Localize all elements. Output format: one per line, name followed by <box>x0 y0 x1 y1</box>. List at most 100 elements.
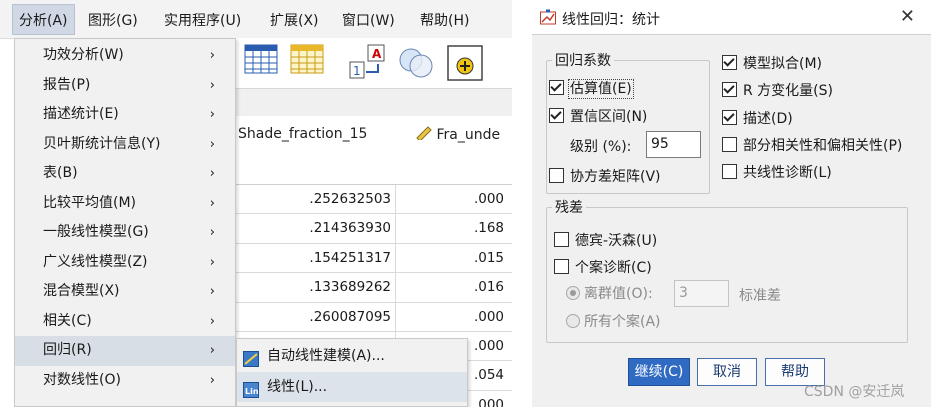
spss-data-editor: 分析(A) 图形(G) 实用程序(U) 扩展(X) 窗口(W) 帮助(H) A1… <box>0 0 512 407</box>
menu-window[interactable]: 窗口(W) <box>342 10 395 30</box>
descriptives-label: 描述(D) <box>743 111 793 127</box>
menu-item-label: 功效分析(W) <box>43 47 124 63</box>
part-partial-correlations-checkbox[interactable]: 部分相关性和偏相关性(P) <box>722 137 902 155</box>
durbin-watson-checkbox[interactable]: 德宾-沃森(U) <box>554 232 657 250</box>
menu-graphs[interactable]: 图形(G) <box>88 10 138 30</box>
column-header[interactable]: Fra_unde <box>416 126 500 143</box>
menu-item[interactable]: 相关(C) › <box>15 307 235 337</box>
chevron-right-icon: › <box>209 372 215 388</box>
dialog-app-icon <box>540 9 556 29</box>
outliers-input[interactable]: 3 <box>674 280 729 307</box>
menu-utilities[interactable]: 实用程序(U) <box>164 10 241 30</box>
menu-item-label: 广义线性模型(Z) <box>43 253 148 270</box>
collinearity-diagnostics-checkbox[interactable]: 共线性诊断(L) <box>722 164 832 182</box>
table-cell[interactable]: .154251317 <box>236 243 396 274</box>
table-cell[interactable]: .000 <box>396 303 512 332</box>
chevron-right-icon: › <box>209 77 215 93</box>
cancel-button[interactable]: 取消 <box>697 358 757 386</box>
table-cell[interactable]: .016 <box>396 273 512 303</box>
variable-view-icon[interactable] <box>290 44 324 78</box>
table-cell[interactable]: .214363930 <box>236 214 396 244</box>
menu-item[interactable]: 混合模型(X) › <box>15 277 235 307</box>
watermark: CSDN @安迁岚 <box>804 384 905 400</box>
column-header[interactable]: Shade_fraction_15 <box>238 126 367 142</box>
covariance-matrix-label: 协方差矩阵(V) <box>570 169 661 185</box>
submenu-item-linear[interactable]: Lin 线性(L)... <box>237 372 467 402</box>
menu-item-label: 相关(C) <box>43 312 92 329</box>
submenu-item-label: 自动线性建模(A)... <box>267 348 385 364</box>
menu-help[interactable]: 帮助(H) <box>420 10 469 30</box>
venn-sets-icon[interactable] <box>396 44 436 84</box>
menu-item-label: 混合模型(X) <box>43 283 120 299</box>
menu-item[interactable]: 描述统计(E) › <box>15 100 235 130</box>
durbin-watson-label: 德宾-沃森(U) <box>575 233 658 249</box>
chevron-right-icon: › <box>209 343 215 358</box>
menubar: 分析(A) 图形(G) 实用程序(U) 扩展(X) 窗口(W) 帮助(H) <box>0 0 512 39</box>
r-squared-change-checkbox[interactable]: R 方变化量(S) <box>722 82 833 100</box>
menu-item[interactable]: 表(B) › <box>15 159 235 189</box>
menu-item-label: 一般线性模型(G) <box>43 224 149 240</box>
checkbox-unchecked-icon <box>722 137 737 152</box>
radio-unselected-icon <box>566 314 580 328</box>
add-extension-icon[interactable] <box>446 44 484 86</box>
covariance-matrix-checkbox[interactable]: 协方差矩阵(V) <box>549 168 661 186</box>
chevron-right-icon: › <box>209 107 215 122</box>
menu-item-label: 对数线性(O) <box>43 371 121 388</box>
confidence-intervals-checkbox[interactable]: 置信区间(N) <box>549 108 647 126</box>
chevron-right-icon: › <box>209 136 215 152</box>
column-header-label: Fra_unde <box>436 127 501 143</box>
menu-item-label: 报告(P) <box>43 76 91 93</box>
table-cell[interactable]: .252632503 <box>236 185 396 215</box>
menu-item[interactable]: 广义线性模型(Z) › <box>15 248 235 278</box>
table-cell[interactable]: .260087095 <box>236 302 396 332</box>
menu-analyze[interactable]: 分析(A) <box>12 4 75 35</box>
table-cell[interactable]: .000 <box>396 185 512 215</box>
outliers-radio[interactable]: 离群值(O): <box>566 285 653 303</box>
menu-item[interactable]: 报告(P) › <box>15 71 235 101</box>
descriptives-checkbox[interactable]: 描述(D) <box>722 110 793 128</box>
table-cell[interactable]: .015 <box>396 244 512 274</box>
close-icon[interactable]: ✕ <box>900 6 915 27</box>
submenu-item-label: 线性(L)... <box>267 379 328 395</box>
std-dev-label: 标准差 <box>739 288 781 304</box>
menu-item[interactable]: 回归(R) › <box>15 336 235 366</box>
svg-text:Lin: Lin <box>245 387 259 396</box>
dialog-titlebar: 线性回归：统计 ✕ <box>532 0 931 35</box>
scale-variable-icon <box>416 126 432 142</box>
menu-extensions[interactable]: 扩展(X) <box>270 10 319 30</box>
estimates-checkbox[interactable]: 估算值(E) <box>549 79 634 99</box>
casewise-diagnostics-label: 个案诊断(C) <box>575 260 652 276</box>
linear-regression-statistics-dialog: 线性回归：统计 ✕ 回归系数 估算值(E) 置信区间(N) 级别 (%): 95… <box>532 0 931 407</box>
menu-item[interactable]: 一般线性模型(G) › <box>15 218 235 248</box>
checkbox-unchecked-icon <box>554 232 569 247</box>
analyze-menu: 功效分析(W) › 报告(P) › 描述统计(E) › 贝叶斯统计信息(Y) › 表(B) › 比较… <box>14 38 236 407</box>
checkbox-unchecked-icon <box>722 164 737 179</box>
menu-item-label: 回归(R) <box>43 342 92 358</box>
residuals-label: 残差 <box>552 197 586 217</box>
model-fit-checkbox[interactable]: 模型拟合(M) <box>722 55 822 73</box>
value-labels-icon[interactable]: A1 <box>348 44 388 84</box>
submenu-item-auto-linear-modeling[interactable]: 自动线性建模(A)... <box>237 341 467 371</box>
casewise-diagnostics-checkbox[interactable]: 个案诊断(C) <box>554 259 652 277</box>
part-partial-correlations-label: 部分相关性和偏相关性(P) <box>743 138 903 154</box>
all-cases-radio[interactable]: 所有个案(A) <box>566 313 661 331</box>
radio-selected-icon <box>566 286 580 300</box>
table-cell[interactable]: .168 <box>396 214 512 244</box>
menu-item-label: 描述统计(E) <box>43 106 119 122</box>
menu-item[interactable]: 比较平均值(M) › <box>15 189 235 219</box>
menu-item[interactable]: 对数线性(O) › <box>15 366 235 396</box>
chevron-right-icon: › <box>209 166 215 181</box>
chevron-right-icon: › <box>209 48 215 63</box>
confidence-level-label: 级别 (%): <box>570 139 632 155</box>
table-cell[interactable]: .133689262 <box>236 273 396 303</box>
confidence-intervals-label: 置信区间(N) <box>570 109 648 125</box>
menu-item[interactable]: 功效分析(W) › <box>15 41 235 71</box>
data-view-icon[interactable] <box>244 44 278 78</box>
menu-item[interactable]: 贝叶斯统计信息(Y) › <box>15 130 235 160</box>
confidence-level-input[interactable]: 95 <box>646 131 701 158</box>
chevron-right-icon: › <box>209 313 215 329</box>
continue-button[interactable]: 继续(C) <box>628 358 690 386</box>
linear-regression-icon: Lin <box>243 379 259 398</box>
cell-edit-strip <box>236 88 512 118</box>
chevron-right-icon: › <box>209 284 215 299</box>
